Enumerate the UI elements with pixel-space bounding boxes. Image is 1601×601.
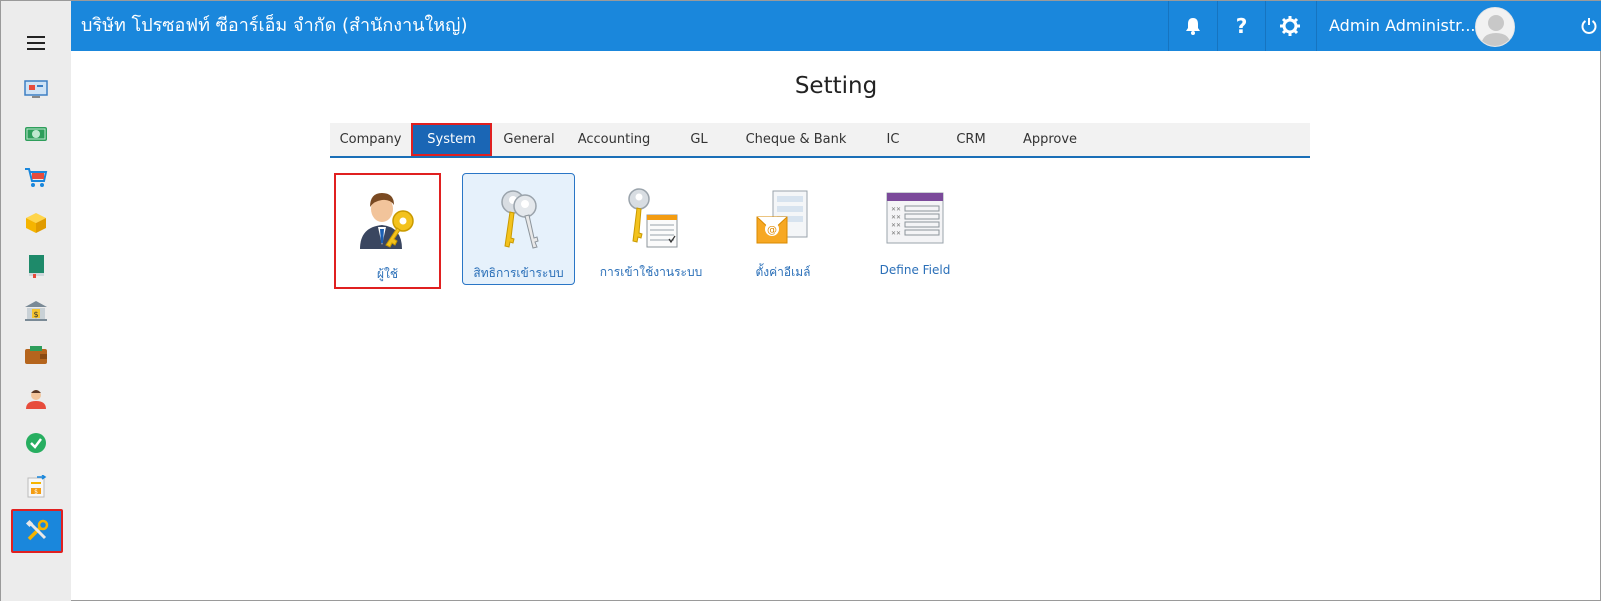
wallet-icon[interactable]	[1, 333, 71, 377]
avatar[interactable]	[1475, 7, 1515, 47]
svg-text:$: $	[34, 489, 38, 496]
tab-general[interactable]: General	[492, 123, 566, 156]
user-name[interactable]: Admin Administr...	[1329, 1, 1476, 51]
tab-system[interactable]: System	[411, 123, 492, 156]
email-settings-tile-label: ตั้งค่าอีเมล์	[755, 265, 811, 279]
svg-text:$: $	[33, 310, 38, 319]
tab-approve[interactable]: Approve	[1012, 123, 1088, 156]
settings-tools-icon[interactable]	[11, 509, 63, 553]
money-icon[interactable]	[1, 112, 71, 156]
transfer-icon[interactable]: $	[1, 465, 71, 509]
svg-text:✕✕: ✕✕	[891, 214, 901, 221]
dashboard-icon[interactable]	[1, 67, 71, 111]
sidebar: $ $	[1, 1, 71, 601]
users-tile-label: ผู้ใช้	[376, 267, 399, 281]
tab-accounting[interactable]: Accounting	[566, 123, 662, 156]
svg-text:@: @	[767, 225, 777, 236]
bank-icon[interactable]: $	[1, 289, 71, 333]
define-field-tile-label: Define Field	[879, 263, 951, 277]
box-icon[interactable]	[1, 201, 71, 245]
company-name[interactable]: บริษัท โปรซอฟท์ ซีอาร์เอ็ม จำกัด (สำนักง…	[81, 1, 468, 51]
svg-text:✕✕: ✕✕	[891, 230, 901, 237]
svg-text:✕✕: ✕✕	[891, 222, 901, 229]
user-key-icon	[336, 187, 439, 253]
users-tile[interactable]: ผู้ใช้	[334, 173, 441, 289]
email-settings-tile[interactable]: @ ตั้งค่าอีเมล์	[727, 173, 839, 287]
menu-icon[interactable]	[1, 21, 71, 65]
gear-icon[interactable]	[1265, 1, 1313, 51]
bell-icon[interactable]	[1168, 1, 1216, 51]
approve-icon[interactable]	[1, 421, 71, 465]
define-field-icon: ✕✕ ✕✕ ✕✕ ✕✕	[859, 185, 971, 251]
system-access-log-tile[interactable]: การเข้าใช้งานระบบ	[595, 173, 707, 287]
define-field-tile[interactable]: ✕✕ ✕✕ ✕✕ ✕✕ Define Field	[859, 173, 971, 287]
book-icon[interactable]	[1, 244, 71, 288]
user-menu[interactable]: Admin Administr...	[1316, 1, 1576, 51]
key-log-icon	[595, 185, 707, 251]
tab-company[interactable]: Company	[330, 123, 411, 156]
keys-icon	[463, 186, 574, 252]
system-access-log-tile-label: การเข้าใช้งานระบบ	[599, 265, 703, 279]
tab-cheque-bank[interactable]: Cheque & Bank	[736, 123, 856, 156]
access-rights-tile-label: สิทธิการเข้าระบบ	[473, 266, 564, 280]
page-title: Setting	[794, 73, 878, 99]
power-icon[interactable]	[1576, 1, 1601, 51]
top-bar: บริษัท โปรซอฟท์ ซีอาร์เอ็ม จำกัด (สำนักง…	[71, 1, 1601, 51]
settings-tabs: Company System General Accounting GL Che…	[330, 123, 1310, 158]
tab-gl[interactable]: GL	[662, 123, 736, 156]
contact-icon[interactable]	[1, 377, 71, 421]
tab-ic[interactable]: IC	[856, 123, 930, 156]
cart-icon[interactable]	[1, 156, 71, 200]
svg-text:✕✕: ✕✕	[891, 206, 901, 213]
tab-crm[interactable]: CRM	[930, 123, 1012, 156]
access-rights-tile[interactable]: สิทธิการเข้าระบบ	[462, 173, 575, 285]
help-icon[interactable]: ?	[1217, 1, 1265, 51]
email-settings-icon: @	[727, 185, 839, 251]
